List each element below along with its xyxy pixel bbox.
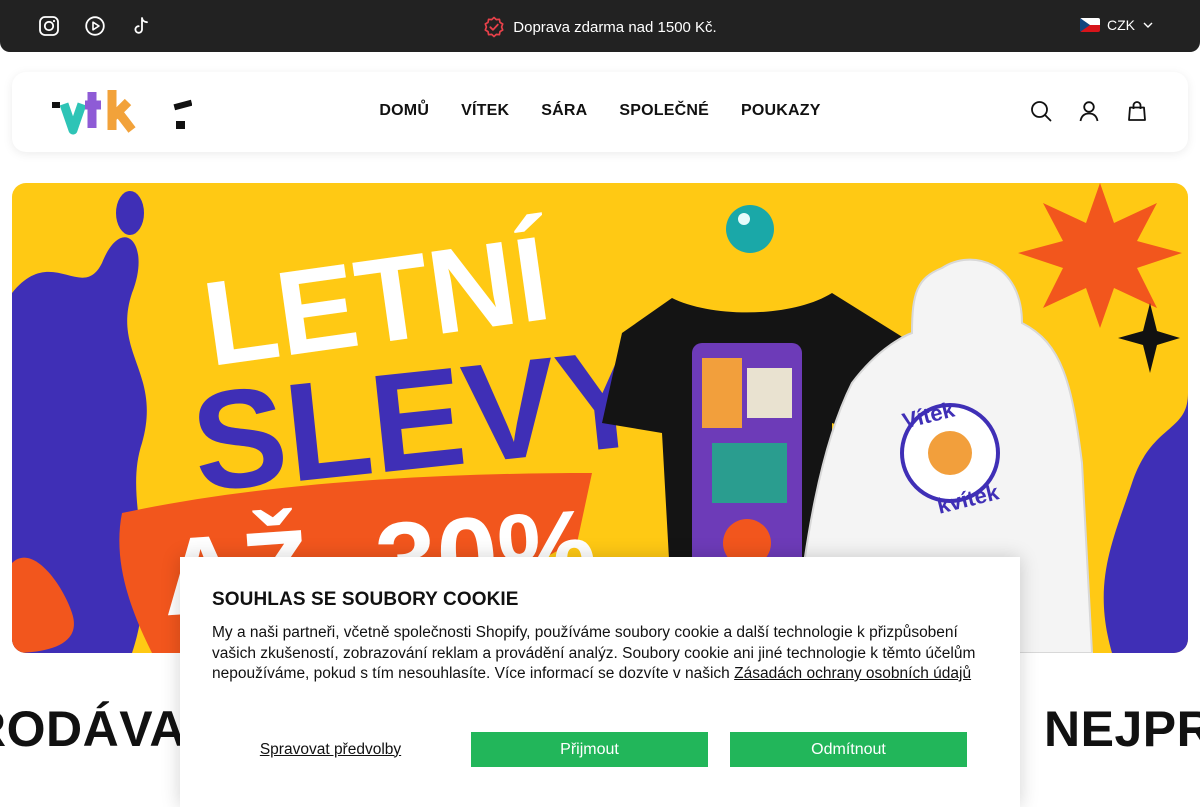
manage-preferences-button[interactable]: Spravovat předvolby bbox=[212, 732, 449, 767]
marquee-text-left: RODÁVA bbox=[0, 701, 186, 757]
search-icon[interactable] bbox=[1030, 100, 1052, 122]
teal-badge-shape bbox=[726, 205, 774, 253]
nav-item-sara[interactable]: SÁRA bbox=[541, 102, 587, 120]
verified-badge-icon bbox=[484, 16, 504, 38]
cart-icon[interactable] bbox=[1126, 100, 1148, 122]
accept-button[interactable]: Přijmout bbox=[471, 732, 708, 767]
blue-plant-shape-right bbox=[1103, 393, 1188, 653]
cookie-body: My a naši partneři, včetně společnosti S… bbox=[212, 623, 988, 685]
currency-label: CZK bbox=[1107, 17, 1135, 33]
marquee-text-right: NEJPR bbox=[1044, 701, 1200, 757]
cookie-consent-dialog: SOUHLAS SE SOUBORY COOKIE My a naši part… bbox=[180, 557, 1020, 807]
main-navigation: DOMŮ VÍTEK SÁRA SPOLEČNÉ POUKAZY bbox=[12, 102, 1188, 120]
nav-item-spolecne[interactable]: SPOLEČNÉ bbox=[619, 102, 709, 120]
cookie-actions: Spravovat předvolby Přijmout Odmítnout bbox=[212, 732, 967, 767]
free-shipping-announcement: Doprava zdarma nad 1500 Kč. bbox=[0, 16, 1200, 38]
header-actions bbox=[1030, 100, 1148, 122]
orange-star-shape bbox=[1018, 183, 1182, 328]
nav-item-poukazy[interactable]: POUKAZY bbox=[741, 102, 821, 120]
announcement-bar: Doprava zdarma nad 1500 Kč. CZK bbox=[0, 0, 1200, 52]
blue-blob-shape bbox=[116, 191, 144, 235]
decline-button[interactable]: Odmítnout bbox=[730, 732, 967, 767]
chevron-down-icon bbox=[1143, 22, 1153, 28]
nav-item-vitek[interactable]: VÍTEK bbox=[461, 102, 509, 120]
czech-flag-icon bbox=[1080, 18, 1100, 32]
black-star-shape bbox=[1118, 303, 1180, 373]
cookie-title: SOUHLAS SE SOUBORY COOKIE bbox=[212, 589, 519, 610]
privacy-policy-link[interactable]: Zásadách ochrany osobních údajů bbox=[734, 665, 971, 682]
nav-item-domu[interactable]: DOMŮ bbox=[379, 102, 429, 120]
announcement-text: Doprava zdarma nad 1500 Kč. bbox=[513, 18, 717, 36]
account-icon[interactable] bbox=[1078, 100, 1100, 122]
site-header: DOMŮ VÍTEK SÁRA SPOLEČNÉ POUKAZY bbox=[12, 72, 1188, 152]
currency-selector[interactable]: CZK bbox=[1080, 17, 1154, 33]
